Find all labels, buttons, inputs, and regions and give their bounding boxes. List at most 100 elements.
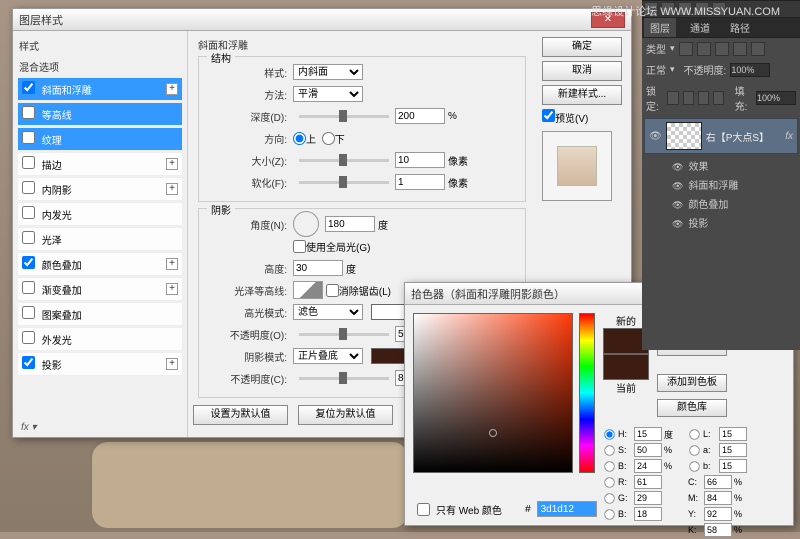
- plus-icon[interactable]: +: [166, 358, 178, 370]
- style-item-8[interactable]: 渐变叠加+: [17, 277, 183, 301]
- style-checkbox[interactable]: [22, 281, 35, 294]
- lock-icon[interactable]: [713, 91, 724, 105]
- soften-input[interactable]: [395, 174, 445, 190]
- new-style-button[interactable]: 新建样式...: [542, 85, 622, 105]
- style-item-10[interactable]: 外发光: [17, 327, 183, 351]
- style-item-7[interactable]: 颜色叠加+: [17, 252, 183, 276]
- style-item-5[interactable]: 内发光: [17, 202, 183, 226]
- style-checkbox[interactable]: [22, 231, 35, 244]
- fx-badge[interactable]: fx: [785, 131, 793, 142]
- style-select[interactable]: 内斜面: [293, 64, 363, 80]
- cancel-button[interactable]: 取消: [542, 61, 622, 81]
- altitude-input[interactable]: [293, 260, 343, 276]
- tab-channels[interactable]: 通道: [684, 18, 716, 37]
- filter-icon[interactable]: [751, 42, 765, 56]
- style-checkbox[interactable]: [22, 331, 35, 344]
- style-checkbox[interactable]: [22, 156, 35, 169]
- g-radio[interactable]: [604, 493, 614, 503]
- gloss-contour-picker[interactable]: [293, 281, 323, 299]
- satval-marker[interactable]: [489, 429, 497, 437]
- h-input[interactable]: [634, 427, 662, 441]
- layer-row[interactable]: 👁 右【P大点S】 fx: [644, 118, 798, 154]
- style-checkbox[interactable]: [22, 106, 35, 119]
- method-select[interactable]: 平滑: [293, 86, 363, 102]
- s-input[interactable]: [634, 443, 662, 457]
- angle-input[interactable]: [325, 216, 375, 232]
- lb-input[interactable]: [719, 459, 747, 473]
- ok-button[interactable]: 确定: [542, 37, 622, 57]
- current-color-swatch[interactable]: [603, 354, 649, 380]
- add-to-swatches-button[interactable]: 添加到色板: [657, 374, 727, 392]
- saturation-value-field[interactable]: [413, 313, 573, 473]
- l-input[interactable]: [719, 427, 747, 441]
- h-radio[interactable]: [604, 429, 614, 439]
- highlight-opacity-slider[interactable]: [299, 333, 389, 336]
- filter-icon[interactable]: [697, 42, 711, 56]
- b-radio[interactable]: [604, 461, 614, 471]
- lb-radio[interactable]: [689, 461, 699, 471]
- layer-styles-titlebar[interactable]: 图层样式 ✕: [13, 9, 631, 31]
- size-input[interactable]: [395, 152, 445, 168]
- blend-mode-select[interactable]: 正常: [646, 62, 666, 77]
- effect-dropshadow[interactable]: 👁 投影: [642, 213, 800, 232]
- lock-icon[interactable]: [667, 91, 678, 105]
- plus-icon[interactable]: +: [166, 83, 178, 95]
- plus-icon[interactable]: +: [166, 158, 178, 170]
- lock-icon[interactable]: [683, 91, 694, 105]
- style-checkbox[interactable]: [22, 256, 35, 269]
- bval-radio[interactable]: [604, 509, 614, 519]
- effects-label[interactable]: 👁 效果: [642, 156, 800, 175]
- layer-thumbnail[interactable]: [666, 122, 702, 150]
- depth-input[interactable]: [395, 108, 445, 124]
- depth-slider[interactable]: [299, 115, 389, 118]
- style-item-11[interactable]: 投影+: [17, 352, 183, 376]
- plus-icon[interactable]: +: [166, 283, 178, 295]
- l-radio[interactable]: [689, 429, 699, 439]
- style-item-9[interactable]: 图案叠加: [17, 302, 183, 326]
- style-item-2[interactable]: 纹理: [17, 127, 183, 151]
- tab-paths[interactable]: 路径: [724, 18, 756, 37]
- plus-icon[interactable]: +: [166, 183, 178, 195]
- lock-icon[interactable]: [698, 91, 709, 105]
- highlight-mode-select[interactable]: 滤色: [293, 304, 363, 320]
- style-checkbox[interactable]: [22, 81, 35, 94]
- direction-up-radio[interactable]: [293, 132, 306, 145]
- effect-bevel[interactable]: 👁 斜面和浮雕: [642, 175, 800, 194]
- direction-down-radio[interactable]: [322, 132, 335, 145]
- style-checkbox[interactable]: [22, 356, 35, 369]
- visibility-icon[interactable]: 👁: [649, 131, 662, 142]
- bval-input[interactable]: [634, 507, 662, 521]
- m-input[interactable]: [704, 491, 732, 505]
- kind-filter[interactable]: 类型: [646, 41, 666, 56]
- set-default-button[interactable]: 设置为默认值: [193, 405, 288, 425]
- filter-icon[interactable]: [733, 42, 747, 56]
- r-radio[interactable]: [604, 477, 614, 487]
- antialias-checkbox[interactable]: [326, 284, 339, 297]
- a-radio[interactable]: [689, 445, 699, 455]
- reset-default-button[interactable]: 复位为默认值: [298, 405, 393, 425]
- c-input[interactable]: [704, 475, 732, 489]
- style-item-0[interactable]: 斜面和浮雕+: [17, 77, 183, 101]
- style-checkbox[interactable]: [22, 306, 35, 319]
- layer-name[interactable]: 右【P大点S】: [706, 129, 769, 144]
- style-checkbox[interactable]: [22, 181, 35, 194]
- a-input[interactable]: [719, 443, 747, 457]
- plus-icon[interactable]: +: [166, 258, 178, 270]
- r-input[interactable]: [634, 475, 662, 489]
- style-item-4[interactable]: 内阴影+: [17, 177, 183, 201]
- k-input[interactable]: [704, 523, 732, 537]
- filter-icon[interactable]: [679, 42, 693, 56]
- soften-slider[interactable]: [299, 181, 389, 184]
- style-checkbox[interactable]: [22, 206, 35, 219]
- tab-layers[interactable]: 图层: [644, 18, 676, 37]
- fx-menu[interactable]: fx ▾: [21, 422, 37, 433]
- filter-icon[interactable]: [715, 42, 729, 56]
- preview-checkbox[interactable]: [542, 109, 555, 122]
- color-library-button[interactable]: 颜色库: [657, 399, 727, 417]
- effect-coloroverlay[interactable]: 👁 颜色叠加: [642, 194, 800, 213]
- style-item-3[interactable]: 描边+: [17, 152, 183, 176]
- global-light-checkbox[interactable]: [293, 240, 306, 253]
- opacity-input[interactable]: [730, 63, 770, 77]
- s-radio[interactable]: [604, 445, 614, 455]
- hex-input[interactable]: [537, 501, 597, 517]
